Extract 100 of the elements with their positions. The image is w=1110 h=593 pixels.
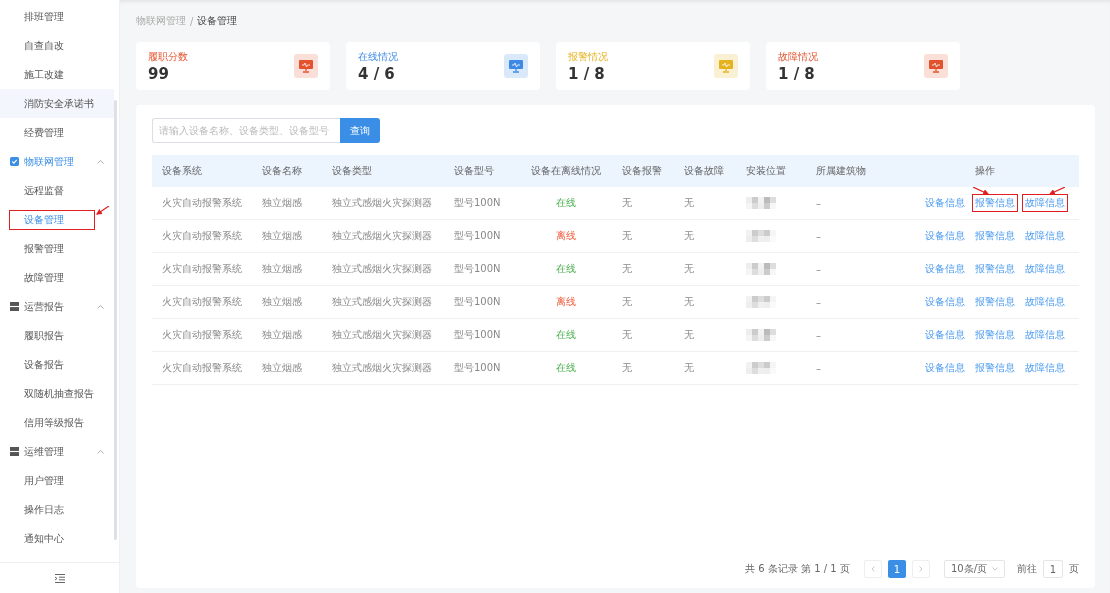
- table-cell: –: [806, 219, 882, 253]
- next-page-button[interactable]: [911, 560, 930, 578]
- column-header: 安装位置: [736, 155, 806, 187]
- sidebar-item[interactable]: 报警管理: [0, 234, 114, 263]
- annotation-arrow: [973, 187, 991, 195]
- annotation-arrow: [1047, 187, 1065, 195]
- table-cell: 无: [674, 252, 736, 286]
- page-button[interactable]: 1: [887, 560, 906, 578]
- page-size-select[interactable]: 10条/页: [943, 560, 1005, 578]
- blurred-location: [746, 329, 776, 341]
- table-cell: 无: [612, 252, 674, 286]
- table-cell: 无: [612, 318, 674, 352]
- table-cell: 火灾自动报警系统: [152, 187, 252, 220]
- sidebar-item[interactable]: 操作日志: [0, 495, 114, 524]
- chevron-left-icon: [870, 566, 875, 572]
- breadcrumb-item[interactable]: 物联网管理: [136, 14, 186, 28]
- goto-label: 前往: [1017, 562, 1037, 576]
- action-link[interactable]: 故障信息: [1023, 327, 1067, 343]
- menu-group-icon: [10, 447, 19, 456]
- sidebar-item[interactable]: 通知中心: [0, 524, 114, 553]
- chevron-down-icon: [992, 567, 998, 571]
- table-cell: 无: [612, 351, 674, 385]
- page-number-field[interactable]: 1: [1043, 560, 1063, 578]
- table-cell: –: [806, 351, 882, 385]
- action-link[interactable]: 设备信息: [923, 294, 967, 310]
- action-link[interactable]: 故障信息: [1023, 360, 1067, 376]
- table-cell: –: [806, 252, 882, 286]
- page-unit-label: 页: [1069, 562, 1079, 576]
- stat-label: 故障情况: [778, 49, 818, 64]
- annotation-arrow: [96, 206, 110, 215]
- column-header: 操作: [882, 155, 1079, 187]
- action-link[interactable]: 设备信息: [923, 327, 967, 343]
- chevron-icon: [97, 449, 104, 454]
- table-cell: –: [806, 318, 882, 352]
- sidebar-item[interactable]: 用户管理: [0, 466, 114, 495]
- stat-label: 在线情况: [358, 49, 398, 64]
- action-link[interactable]: 报警信息: [973, 228, 1017, 244]
- column-header: 设备型号: [444, 155, 520, 187]
- sidebar-item[interactable]: 信用等级报告: [0, 408, 114, 437]
- action-link[interactable]: 报警信息: [973, 261, 1017, 277]
- table-cell: 独立烟感: [252, 285, 322, 319]
- table-cell: 独立烟感: [252, 187, 322, 220]
- stat-value: 4 / 6: [358, 64, 396, 83]
- status-cell: 在线: [520, 252, 612, 286]
- breadcrumb-item: 设备管理: [197, 14, 238, 28]
- action-link[interactable]: 设备信息: [923, 360, 967, 376]
- scrollbar[interactable]: [114, 100, 117, 540]
- stat-value: 1 / 8: [778, 64, 816, 83]
- column-header: 设备在离线情况: [520, 155, 612, 187]
- stat-label: 履职分数: [148, 49, 188, 64]
- sidebar-item[interactable]: 故障管理: [0, 263, 114, 292]
- sidebar-item[interactable]: 消防安全承诺书: [0, 89, 114, 118]
- action-link[interactable]: 故障信息: [1023, 195, 1067, 211]
- previous-page-button[interactable]: [863, 560, 882, 578]
- collapse-menu-icon[interactable]: [54, 573, 65, 583]
- sidebar-item[interactable]: 施工改建: [0, 60, 114, 89]
- table-cell: 独立烟感: [252, 219, 322, 253]
- action-link[interactable]: 故障信息: [1023, 261, 1067, 277]
- column-header: 设备故障: [674, 155, 736, 187]
- sidebar-group[interactable]: 运维管理: [0, 437, 114, 466]
- table-cell: 独立式感烟火灾探测器: [322, 285, 444, 319]
- stat-label: 报警情况: [568, 49, 608, 64]
- table-cell: 火灾自动报警系统: [152, 219, 252, 253]
- action-link[interactable]: 设备信息: [923, 228, 967, 244]
- action-link[interactable]: 报警信息: [973, 327, 1017, 343]
- table-cell: 无: [612, 285, 674, 319]
- sidebar-item[interactable]: 远程监督: [0, 176, 114, 205]
- action-link[interactable]: 报警信息: [973, 294, 1017, 310]
- action-link[interactable]: 设备信息: [923, 195, 967, 211]
- table-cell: 无: [674, 285, 736, 319]
- sidebar-group[interactable]: 运营报告: [0, 292, 114, 321]
- stat-value: 99: [148, 64, 170, 83]
- table-cell: 火灾自动报警系统: [152, 285, 252, 319]
- sidebar-item[interactable]: 经费管理: [0, 118, 114, 147]
- sidebar-item[interactable]: 双随机抽查报告: [0, 379, 114, 408]
- sidebar-item[interactable]: 排班管理: [0, 2, 114, 31]
- table-cell: 型号100N: [444, 219, 520, 253]
- chevron-icon: [97, 159, 104, 164]
- column-header: 设备系统: [152, 155, 252, 187]
- sidebar-item[interactable]: 履职报告: [0, 321, 114, 350]
- action-link[interactable]: 报警信息: [973, 195, 1017, 211]
- sidebar-item[interactable]: 设备管理: [10, 210, 94, 229]
- sidebar-item[interactable]: 设备报告: [0, 350, 114, 379]
- sidebar-item[interactable]: 自查自改: [0, 31, 114, 60]
- blurred-location: [746, 197, 776, 209]
- action-link[interactable]: 故障信息: [1023, 228, 1067, 244]
- action-link[interactable]: 设备信息: [923, 261, 967, 277]
- search-button[interactable]: 查询: [340, 118, 380, 143]
- sidebar-group[interactable]: 物联网管理: [0, 147, 114, 176]
- column-header: 设备类型: [322, 155, 444, 187]
- table-cell: 型号100N: [444, 351, 520, 385]
- table-cell: 型号100N: [444, 187, 520, 220]
- table-cell: 无: [612, 219, 674, 253]
- column-header: 设备名称: [252, 155, 322, 187]
- action-link[interactable]: 报警信息: [973, 360, 1017, 376]
- blurred-location: [746, 296, 776, 308]
- action-link[interactable]: 故障信息: [1023, 294, 1067, 310]
- menu-group-icon: [10, 302, 19, 311]
- table-cell: 火灾自动报警系统: [152, 318, 252, 352]
- table-cell: 无: [612, 187, 674, 220]
